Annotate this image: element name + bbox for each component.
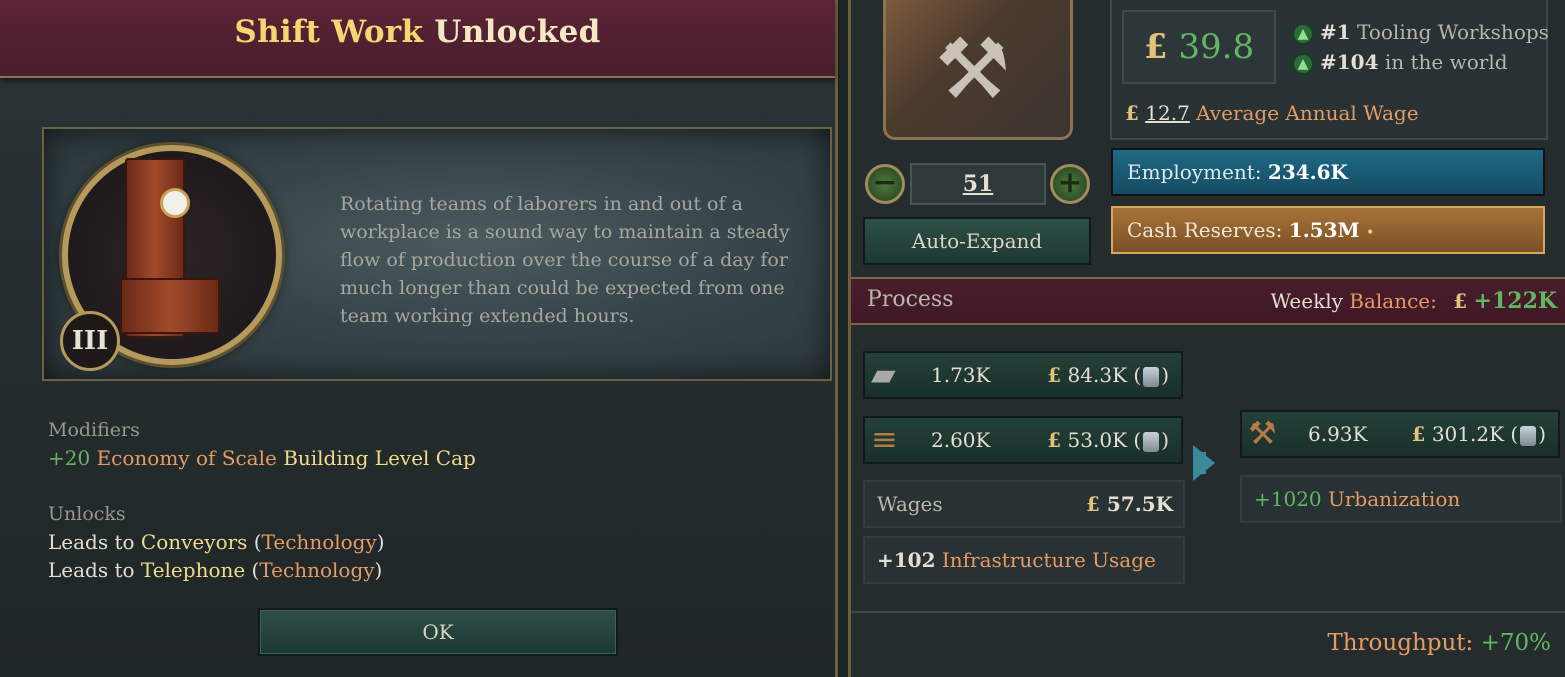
increase-level-button[interactable]: + (1050, 164, 1090, 204)
dialog-title-rest: Unlocked (434, 14, 601, 50)
flow-arrow-icon (1193, 445, 1215, 481)
infra-value: +102 (877, 548, 936, 572)
cash-value: 1.53M (1288, 218, 1360, 242)
dialog-title: Shift Work Unlocked (0, 14, 835, 50)
input-good-iron[interactable]: ▰ 1.73K £ 84.3K () (863, 351, 1183, 399)
tools-icon: ⚒ (1248, 414, 1277, 452)
building-level-field[interactable]: 51 (910, 163, 1046, 205)
modifier-name-link[interactable]: Economy of Scale (97, 446, 277, 470)
rank-label: Tooling Workshops (1357, 20, 1549, 44)
good-price-value: 84.3K (1067, 363, 1128, 387)
wages-label: Wages (877, 492, 943, 516)
wages-row[interactable]: Wages £ 57.5K (863, 480, 1185, 528)
auto-expand-button[interactable]: Auto-Expand (863, 217, 1091, 265)
ok-button[interactable]: OK (258, 608, 618, 656)
unlock-telephone-link[interactable]: Telephone (141, 558, 245, 582)
infrastructure-row[interactable]: +102 Infrastructure Usage (863, 536, 1185, 584)
modifier-target: Building Level Cap (283, 446, 476, 470)
tech-unlocked-dialog: Shift Work Unlocked III Rotating teams o… (0, 0, 838, 677)
good-quantity: 2.60K (931, 428, 991, 452)
modifier-value: +20 (48, 446, 91, 470)
urban-label: Urbanization (1328, 487, 1461, 511)
rank-number: #1 (1320, 20, 1351, 44)
rank-number: #104 (1320, 50, 1379, 74)
employment-bar[interactable]: Employment: 234.6K (1111, 148, 1545, 196)
unlock-item: Leads to Conveyors (Technology) (48, 530, 385, 554)
wages-amount: 57.5K (1106, 492, 1173, 516)
wood-logs-icon: ≡ (871, 420, 898, 458)
weekly-label: Weekly (1270, 289, 1343, 313)
weekly-balance: Weekly Balance: £ +122K (1270, 288, 1557, 314)
good-quantity: 1.73K (931, 363, 991, 387)
unlock-type-link[interactable]: Technology (259, 558, 374, 582)
good-quantity: 6.93K (1308, 422, 1368, 446)
wages-value: £ 57.5K (1086, 482, 1173, 526)
pound-symbol: £ (1047, 363, 1062, 387)
infra-label: Infrastructure Usage (941, 548, 1156, 572)
iron-ingot-icon: ▰ (871, 355, 896, 393)
rank-world[interactable]: ▲ #104 in the world (1292, 50, 1508, 75)
cash-reserves-bar[interactable]: Cash Reserves: 1.53M • (1111, 206, 1545, 254)
pound-symbol: £ (1453, 289, 1468, 313)
pound-symbol: £ (1086, 492, 1100, 516)
avg-wage-label: Average Annual Wage (1196, 101, 1419, 125)
arrow-up-icon: ▲ (1292, 22, 1314, 45)
good-price-value: 53.0K (1067, 428, 1128, 452)
time-clock-base-icon (120, 278, 220, 334)
urban-value: +1020 (1254, 487, 1322, 511)
coin-stack-icon (1143, 431, 1160, 452)
wage-value-box: £ 39.8 (1122, 10, 1276, 84)
pound-symbol: £ (1143, 27, 1168, 67)
input-good-wood[interactable]: ≡ 2.60K £ 53.0K () (863, 416, 1183, 464)
coin-stack-icon (1520, 425, 1537, 446)
unlock-type-link[interactable]: Technology (262, 530, 377, 554)
urbanization-row[interactable]: +1020 Urbanization (1240, 475, 1562, 523)
employment-label: Employment: (1127, 160, 1262, 184)
decrease-level-button[interactable]: − (865, 164, 905, 204)
cash-label: Cash Reserves: (1127, 218, 1283, 242)
divider (851, 611, 1565, 613)
output-good-tools[interactable]: ⚒ 6.93K £ 301.2K () (1240, 410, 1560, 458)
status-dot-icon: • (1366, 225, 1375, 241)
employment-value: 234.6K (1267, 160, 1348, 184)
unlocks-label: Unlocks (48, 503, 126, 525)
pound-symbol: £ (1125, 101, 1139, 125)
good-price-value: 301.2K (1431, 422, 1505, 446)
wage-value: 39.8 (1178, 27, 1255, 67)
pound-symbol: £ (1411, 422, 1426, 446)
modifiers-label: Modifiers (48, 419, 140, 441)
average-annual-wage: £ 12.7 Average Annual Wage (1125, 101, 1419, 125)
tier-badge: III (60, 311, 120, 371)
unlock-prefix: Leads to (48, 530, 135, 554)
rank-label: in the world (1384, 50, 1508, 74)
modifier-line: +20 Economy of Scale Building Level Cap (48, 446, 476, 470)
balance-value: +122K (1473, 288, 1557, 314)
throughput[interactable]: Throughput: +70% (1327, 630, 1551, 656)
unlock-item: Leads to Telephone (Technology) (48, 558, 383, 582)
good-price: £ 301.2K () (1411, 422, 1546, 446)
avg-wage-value[interactable]: 12.7 (1145, 101, 1190, 125)
throughput-label: Throughput: (1327, 630, 1474, 656)
arrow-up-icon: ▲ (1292, 52, 1314, 75)
pound-symbol: £ (1047, 428, 1062, 452)
unlock-conveyors-link[interactable]: Conveyors (141, 530, 248, 554)
balance-label: Balance: (1349, 289, 1437, 313)
process-title: Process (867, 287, 954, 312)
good-price: £ 53.0K () (1047, 428, 1169, 452)
rank-tooling-workshops[interactable]: ▲ #1 Tooling Workshops (1292, 20, 1549, 45)
throughput-value: +70% (1480, 630, 1551, 656)
good-price: £ 84.3K () (1047, 363, 1169, 387)
dialog-title-highlight: Shift Work (234, 14, 424, 50)
tech-description: Rotating teams of laborers in and out of… (340, 193, 790, 327)
unlock-prefix: Leads to (48, 558, 135, 582)
clock-face-icon (160, 188, 190, 218)
coin-stack-icon (1143, 366, 1160, 387)
hammer-and-pliers-icon: ⚒ (935, 20, 1011, 118)
